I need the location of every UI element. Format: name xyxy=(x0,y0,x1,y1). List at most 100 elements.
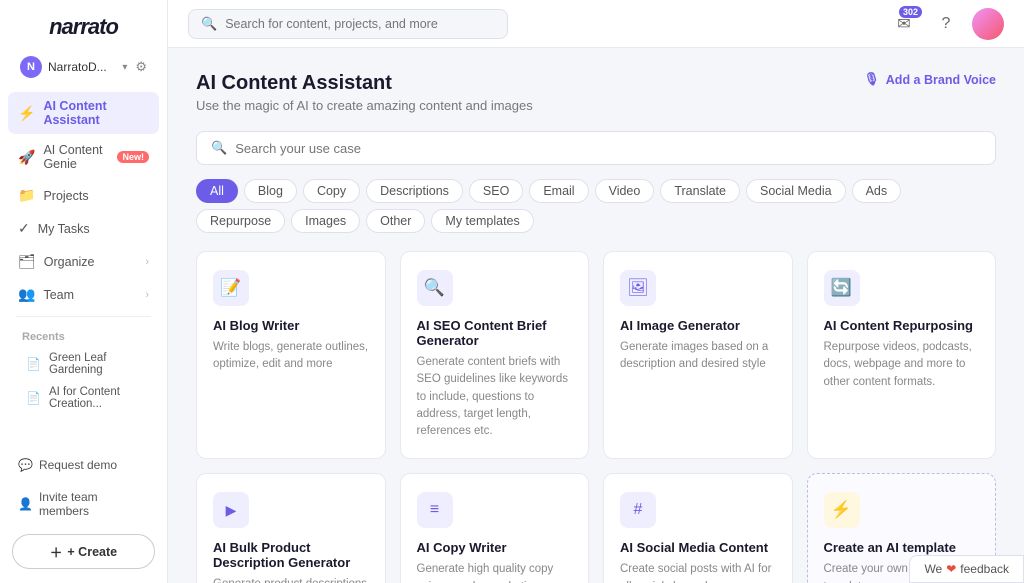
filter-tab-ads[interactable]: Ads xyxy=(852,179,902,203)
card-desc: Generate images based on a description a… xyxy=(620,339,776,374)
recents-item-label: Green Leaf Gardening xyxy=(49,352,141,376)
page-header-left: AI Content Assistant Use the magic of AI… xyxy=(196,72,533,113)
filter-tab-my-templates[interactable]: My templates xyxy=(431,209,533,233)
create-button[interactable]: ＋ + Create xyxy=(12,534,155,569)
mail-icon-button[interactable]: ✉ 302 xyxy=(888,8,920,40)
card-icon: ⚡ xyxy=(824,492,860,528)
card-icon: 🔄 xyxy=(824,270,860,306)
cards-row-2: ▶ AI Bulk Product Description Generator … xyxy=(196,473,996,583)
card-ai-copy-writer[interactable]: ≡ AI Copy Writer Generate high quality c… xyxy=(400,473,590,583)
filter-tab-descriptions[interactable]: Descriptions xyxy=(366,179,463,203)
filter-tab-social-media[interactable]: Social Media xyxy=(746,179,846,203)
add-brand-voice-button[interactable]: 🎙 Add a Brand Voice xyxy=(864,72,996,87)
topbar-right: ✉ 302 ? xyxy=(888,8,1004,40)
organize-icon: 🗂 xyxy=(18,253,36,270)
global-search[interactable]: 🔍 xyxy=(188,9,508,39)
use-case-search[interactable]: 🔍 xyxy=(196,131,996,165)
help-icon-button[interactable]: ? xyxy=(930,8,962,40)
recents-item-ai-content[interactable]: 📄 AI for Content Creation... xyxy=(20,381,147,415)
gear-icon[interactable]: ⚙ xyxy=(135,59,147,75)
card-ai-seo-brief[interactable]: 🔍 AI SEO Content Brief Generator Generat… xyxy=(400,251,590,459)
page-header: AI Content Assistant Use the magic of AI… xyxy=(196,72,996,113)
topbar: 🔍 ✉ 302 ? xyxy=(168,0,1024,48)
card-title: Create an AI template xyxy=(824,540,980,555)
content-area: AI Content Assistant Use the magic of AI… xyxy=(168,48,1024,583)
card-desc: Generate content briefs with SEO guideli… xyxy=(417,354,573,440)
card-desc: Generate high quality copy using popular… xyxy=(417,561,573,583)
sidebar-item-team[interactable]: 👥 Team › xyxy=(8,279,159,310)
filter-tab-images[interactable]: Images xyxy=(291,209,360,233)
sidebar: narrato N NarratoD... ▾ ⚙ ⚡ AI Content A… xyxy=(0,0,168,583)
new-badge: New! xyxy=(117,151,149,163)
recents-section: Recents 📄 Green Leaf Gardening 📄 AI for … xyxy=(8,323,159,423)
recents-item-green-leaf[interactable]: 📄 Green Leaf Gardening xyxy=(20,347,147,381)
card-icon: 🖼 xyxy=(620,270,656,306)
sidebar-item-my-tasks[interactable]: ✓ My Tasks xyxy=(8,213,159,244)
main-content: 🔍 ✉ 302 ? AI Content Assistant Use the m… xyxy=(168,0,1024,583)
folder-icon: 📁 xyxy=(18,187,35,204)
page-subtitle: Use the magic of AI to create amazing co… xyxy=(196,98,533,113)
sidebar-item-label: AI Content Genie xyxy=(43,143,107,171)
filter-tab-repurpose[interactable]: Repurpose xyxy=(196,209,285,233)
sidebar-item-projects[interactable]: 📁 Projects xyxy=(8,180,159,211)
sidebar-item-label: Team xyxy=(43,288,74,302)
sidebar-item-label: Projects xyxy=(43,189,88,203)
card-icon: 📝 xyxy=(213,270,249,306)
sidebar-divider xyxy=(16,316,151,317)
search-input[interactable] xyxy=(225,17,495,31)
card-ai-content-repurposing[interactable]: 🔄 AI Content Repurposing Repurpose video… xyxy=(807,251,997,459)
card-title: AI Blog Writer xyxy=(213,318,369,333)
user-avatar[interactable] xyxy=(972,8,1004,40)
search-icon: 🔍 xyxy=(201,16,217,32)
card-ai-social-media[interactable]: # AI Social Media Content Create social … xyxy=(603,473,793,583)
filter-tab-translate[interactable]: Translate xyxy=(660,179,740,203)
sidebar-item-label: AI Content Assistant xyxy=(43,99,149,127)
rocket-icon: 🚀 xyxy=(18,149,35,166)
filter-tabs: All Blog Copy Descriptions SEO Email Vid… xyxy=(196,179,996,233)
sidebar-item-ai-content-genie[interactable]: 🚀 AI Content Genie New! xyxy=(8,136,159,178)
account-name: NarratoD... xyxy=(48,60,116,74)
card-icon: ▶ xyxy=(213,492,249,528)
card-title: AI Image Generator xyxy=(620,318,776,333)
doc-icon: 📄 xyxy=(26,357,41,371)
card-ai-image-generator[interactable]: 🖼 AI Image Generator Generate images bas… xyxy=(603,251,793,459)
invite-team-button[interactable]: 👤 Invite team members xyxy=(8,484,159,524)
card-ai-blog-writer[interactable]: 📝 AI Blog Writer Write blogs, generate o… xyxy=(196,251,386,459)
sidebar-item-organize[interactable]: 🗂 Organize › xyxy=(8,246,159,277)
team-icon: 👥 xyxy=(18,286,35,303)
feedback-bar[interactable]: We ❤ feedback xyxy=(909,555,1024,583)
card-icon: 🔍 xyxy=(417,270,453,306)
filter-tab-all[interactable]: All xyxy=(196,179,238,203)
card-desc: Generate product descriptions of up to 1… xyxy=(213,576,369,583)
filter-tab-email[interactable]: Email xyxy=(529,179,588,203)
recents-item-label: AI for Content Creation... xyxy=(49,386,141,410)
filter-tab-copy[interactable]: Copy xyxy=(303,179,360,203)
card-desc: Create social posts with AI for all soci… xyxy=(620,561,776,583)
doc-icon: 📄 xyxy=(26,391,41,405)
card-icon: ≡ xyxy=(417,492,453,528)
filter-tab-other[interactable]: Other xyxy=(366,209,425,233)
card-icon: # xyxy=(620,492,656,528)
filter-tab-seo[interactable]: SEO xyxy=(469,179,523,203)
filter-tab-blog[interactable]: Blog xyxy=(244,179,297,203)
page-title: AI Content Assistant xyxy=(196,72,533,95)
card-title: AI Social Media Content xyxy=(620,540,776,555)
account-switcher[interactable]: N NarratoD... ▾ ⚙ xyxy=(8,50,159,84)
chevron-down-icon: ▾ xyxy=(122,62,127,73)
account-avatar: N xyxy=(20,56,42,78)
card-desc: Repurpose videos, podcasts, docs, webpag… xyxy=(824,339,980,391)
recents-title: Recents xyxy=(20,331,147,343)
sidebar-item-ai-content-assistant[interactable]: ⚡ AI Content Assistant xyxy=(8,92,159,134)
cards-row-1: 📝 AI Blog Writer Write blogs, generate o… xyxy=(196,251,996,459)
demo-icon: 💬 xyxy=(18,458,33,472)
plus-icon: ＋ xyxy=(50,542,63,561)
card-ai-bulk-product[interactable]: ▶ AI Bulk Product Description Generator … xyxy=(196,473,386,583)
sidebar-item-label: Organize xyxy=(44,255,95,269)
use-case-search-input[interactable] xyxy=(235,141,981,156)
heart-icon: ❤ xyxy=(946,562,956,576)
request-demo-button[interactable]: 💬 Request demo xyxy=(8,452,159,478)
sidebar-bottom: 💬 Request demo 👤 Invite team members ＋ +… xyxy=(0,442,167,583)
filter-tab-video[interactable]: Video xyxy=(595,179,655,203)
card-title: AI SEO Content Brief Generator xyxy=(417,318,573,348)
chevron-right-icon: › xyxy=(145,289,149,301)
